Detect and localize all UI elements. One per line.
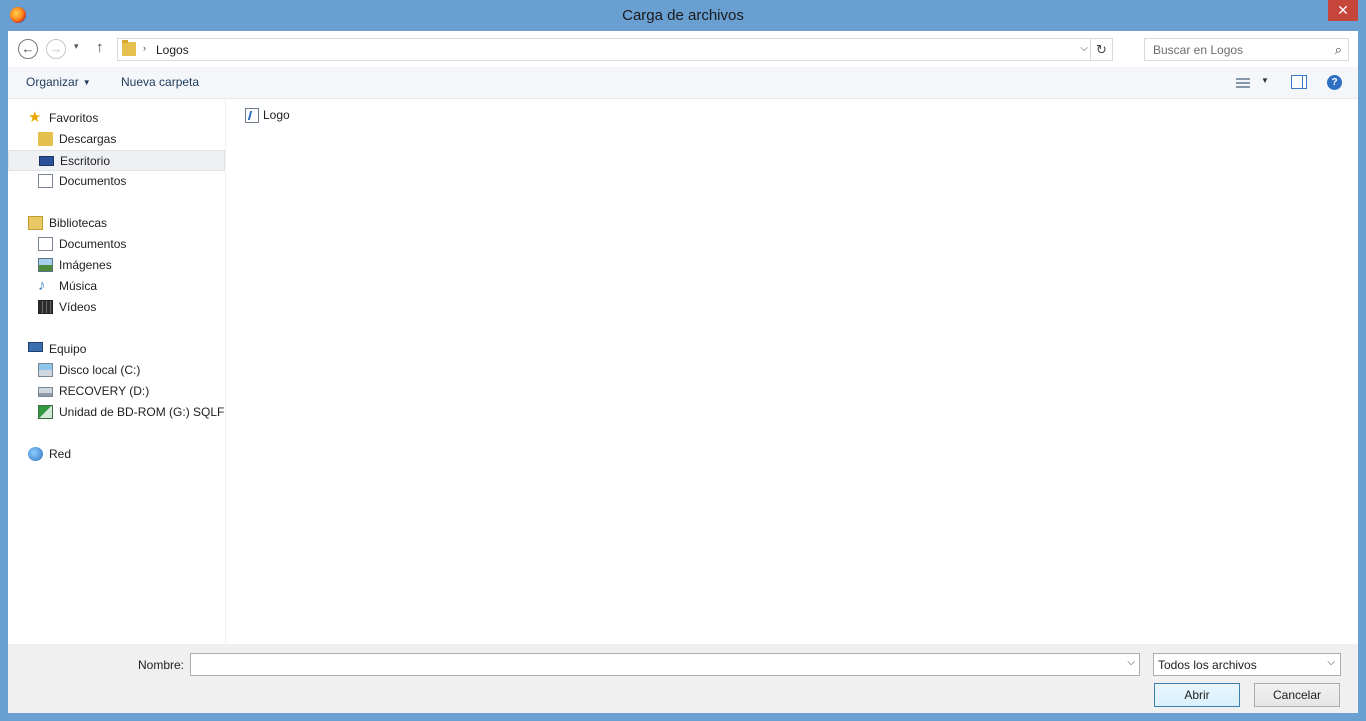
nav-label: Documentos bbox=[59, 174, 127, 188]
nav-recovery-d[interactable]: RECOVERY (D:) bbox=[8, 381, 225, 402]
nav-library-images[interactable]: Imágenes bbox=[8, 255, 225, 276]
help-icon[interactable]: ? bbox=[1327, 75, 1342, 90]
nav-local-disk-c[interactable]: Disco local (C:) bbox=[8, 360, 225, 381]
computer-icon bbox=[28, 342, 43, 352]
chevron-down-icon[interactable]: ⌵ bbox=[1127, 657, 1135, 668]
desktop-icon bbox=[39, 156, 54, 166]
nav-label: Documentos bbox=[59, 237, 127, 251]
music-icon: ♪ bbox=[38, 277, 46, 294]
address-bar[interactable]: › Logos ⌵ ↻ bbox=[117, 38, 1113, 61]
nav-label: Unidad de BD-ROM (G:) SQLFUI bbox=[59, 405, 225, 419]
new-folder-button[interactable]: Nueva carpeta bbox=[121, 75, 199, 89]
file-name-input[interactable] bbox=[191, 654, 1116, 675]
up-level-button[interactable]: ↑ bbox=[96, 39, 104, 56]
nav-label: Equipo bbox=[49, 342, 87, 356]
nav-label: Escritorio bbox=[60, 154, 111, 168]
nav-label: Favoritos bbox=[49, 111, 99, 125]
file-type-select[interactable]: Todos los archivos ⌵ bbox=[1153, 653, 1341, 676]
forward-button[interactable]: → bbox=[46, 39, 66, 59]
videos-icon bbox=[38, 300, 53, 314]
command-toolbar: Organizar ▼ Nueva carpeta ▼ ? bbox=[8, 67, 1358, 99]
window-title: Carga de archivos bbox=[622, 7, 744, 24]
breadcrumb-separator-icon[interactable]: › bbox=[143, 43, 146, 53]
nav-favorites[interactable]: ★ Favoritos bbox=[8, 108, 225, 129]
documents-icon bbox=[38, 174, 53, 188]
nav-label: Disco local (C:) bbox=[59, 363, 141, 377]
star-icon: ★ bbox=[28, 109, 42, 126]
nav-bd-rom-g[interactable]: Unidad de BD-ROM (G:) SQLFUI bbox=[8, 402, 225, 423]
organize-button[interactable]: Organizar ▼ bbox=[26, 75, 91, 89]
system-drive-icon bbox=[38, 363, 53, 377]
drive-icon bbox=[38, 387, 53, 397]
pictures-icon bbox=[38, 258, 53, 272]
libraries-icon bbox=[28, 216, 43, 230]
documents-icon bbox=[38, 237, 53, 251]
file-list-pane[interactable]: Logo bbox=[227, 99, 1358, 644]
nav-library-videos[interactable]: Vídeos bbox=[8, 297, 225, 318]
nav-label: Descargas bbox=[59, 132, 117, 146]
refresh-button[interactable]: ↻ bbox=[1090, 39, 1112, 60]
downloads-folder-icon bbox=[38, 132, 53, 146]
nav-library-documents[interactable]: Documentos bbox=[8, 234, 225, 255]
recent-locations-dropdown-icon[interactable]: ▾ bbox=[74, 41, 79, 52]
back-button[interactable]: ← bbox=[18, 39, 38, 59]
file-name-label: Nombre: bbox=[138, 658, 185, 672]
file-name: Logo bbox=[263, 108, 290, 122]
image-file-icon bbox=[245, 108, 259, 123]
file-upload-dialog: Carga de archivos ✕ ← → ▾ ↑ › Logos ⌵ ↻ … bbox=[0, 0, 1366, 721]
nav-label: Red bbox=[49, 447, 72, 461]
optical-drive-icon bbox=[38, 405, 53, 419]
nav-libraries[interactable]: Bibliotecas bbox=[8, 213, 225, 234]
nav-computer[interactable]: Equipo bbox=[8, 339, 225, 360]
network-icon bbox=[28, 447, 43, 461]
file-type-value: Todos los archivos bbox=[1158, 658, 1257, 672]
search-icon[interactable]: ⌕ bbox=[1335, 42, 1342, 58]
title-bar: Carga de archivos ✕ bbox=[0, 0, 1366, 31]
nav-favorites-documents[interactable]: Documentos bbox=[8, 171, 225, 192]
open-button[interactable]: Abrir bbox=[1154, 683, 1240, 707]
search-input[interactable] bbox=[1145, 39, 1325, 60]
file-name-panel: Nombre: ⌵ Todos los archivos ⌵ Abrir Can… bbox=[8, 644, 1358, 713]
address-row: ← → ▾ ↑ › Logos ⌵ ↻ ⌕ bbox=[8, 31, 1358, 67]
folder-icon bbox=[122, 40, 136, 56]
breadcrumb-logos[interactable]: Logos bbox=[156, 43, 189, 57]
change-view-icon[interactable] bbox=[1236, 76, 1250, 88]
chevron-down-icon: ▼ bbox=[82, 78, 91, 87]
nav-downloads[interactable]: Descargas bbox=[8, 129, 225, 150]
nav-desktop[interactable]: Escritorio bbox=[8, 150, 225, 171]
cancel-button[interactable]: Cancelar bbox=[1254, 683, 1340, 707]
nav-label: Vídeos bbox=[59, 300, 97, 314]
file-name-combobox[interactable]: ⌵ bbox=[190, 653, 1140, 676]
nav-label: Imágenes bbox=[59, 258, 112, 272]
chevron-down-icon[interactable]: ⌵ bbox=[1327, 657, 1335, 668]
dialog-client-area: ← → ▾ ↑ › Logos ⌵ ↻ ⌕ Organizar▼ Nueva c… bbox=[8, 31, 1358, 713]
navigation-pane: ★ Favoritos Descargas Escritorio Documen… bbox=[8, 99, 226, 644]
nav-label: RECOVERY (D:) bbox=[59, 384, 150, 398]
nav-label: Bibliotecas bbox=[49, 216, 108, 230]
preview-pane-icon[interactable] bbox=[1291, 75, 1307, 89]
close-button[interactable]: ✕ bbox=[1328, 0, 1358, 21]
view-options-dropdown-icon[interactable]: ▼ bbox=[1261, 76, 1269, 85]
organize-label: Organizar bbox=[26, 75, 79, 89]
nav-network[interactable]: Red bbox=[8, 444, 225, 465]
nav-library-music[interactable]: ♪ Música bbox=[8, 276, 225, 297]
nav-label: Música bbox=[59, 279, 98, 293]
address-dropdown-icon[interactable]: ⌵ bbox=[1080, 43, 1088, 54]
search-box[interactable]: ⌕ bbox=[1144, 38, 1349, 61]
